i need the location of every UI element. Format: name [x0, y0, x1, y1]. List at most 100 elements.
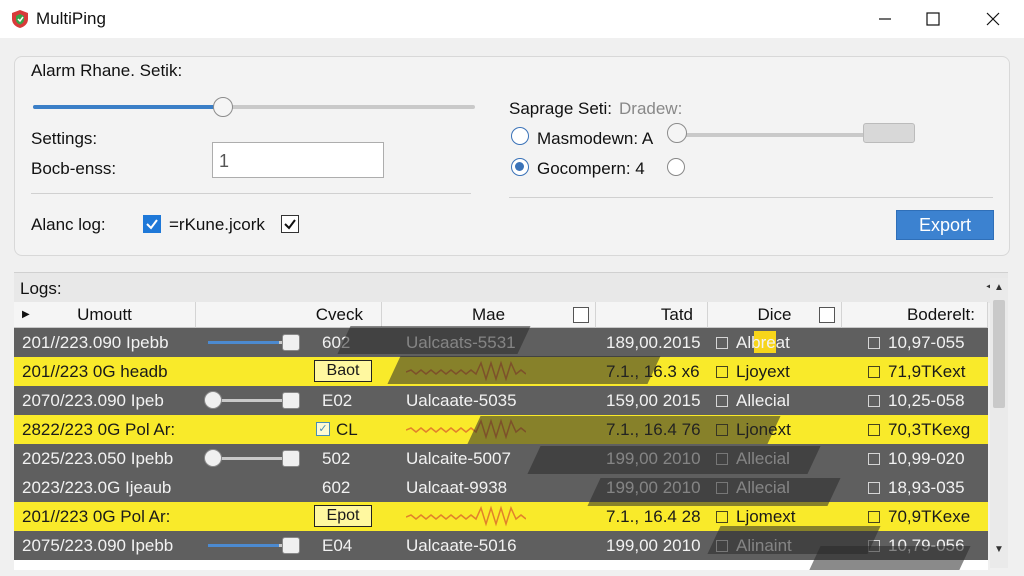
cell-cveck: CL — [336, 420, 358, 439]
vertical-scrollbar[interactable]: ▲ ▼ — [990, 278, 1008, 568]
scroll-thumb[interactable] — [993, 300, 1005, 408]
alarm-slider-fill — [33, 105, 223, 109]
cell-dice: Allecial — [736, 391, 790, 410]
cell-boderelt: 70,9TKexe — [888, 507, 971, 526]
column-header-label: Dice — [757, 304, 792, 324]
column-header-umoutt[interactable]: ▶ Umoutt — [14, 302, 196, 328]
row-checkbox[interactable]: ✓ — [316, 422, 330, 436]
cell-boderelt: 71,9TKext — [888, 362, 966, 381]
row-indicator-icon: ▶ — [22, 309, 30, 320]
right-divider — [509, 197, 993, 198]
row-slider-fill — [208, 544, 279, 547]
cell-mae: Ualcaat-9938 — [406, 478, 508, 497]
row-slider-thumb[interactable] — [204, 449, 222, 467]
cell-umoutt: 2070/223.090 Ipeb — [22, 391, 164, 410]
alarm-slider[interactable] — [33, 105, 475, 109]
column-header-boderelt[interactable]: Boderelt: — [842, 302, 988, 328]
radio-slider[interactable] — [675, 133, 865, 137]
close-icon — [986, 12, 1000, 26]
row-marker-icon — [716, 511, 728, 523]
table-row[interactable]: 2025/223.050 Ipebb502Ualcaite-5007199,00… — [14, 444, 988, 473]
decorative-streak — [527, 446, 821, 474]
alarm-slider-thumb[interactable] — [213, 97, 233, 117]
bocb-input[interactable]: 1 — [212, 142, 384, 178]
title-bar: MultiPing — [0, 0, 1024, 38]
cell-mae: Ualcaate-5016 — [406, 536, 517, 555]
column-header-mae[interactable]: Mae — [382, 302, 596, 328]
decorative-streak — [387, 356, 661, 384]
row-slider-thumb[interactable] — [282, 334, 300, 351]
decorative-streak — [337, 326, 531, 354]
column-header-tatd[interactable]: Tatd — [596, 302, 708, 328]
cell-umoutt: 2025/223.050 Ipebb — [22, 449, 174, 468]
row-marker-icon — [868, 424, 880, 436]
row-action-button[interactable]: Baot — [314, 360, 372, 382]
row-marker-icon — [716, 337, 728, 349]
settings-label: Settings: — [31, 129, 98, 148]
export-button[interactable]: Export — [896, 210, 994, 240]
cell-cveck: 602 — [322, 478, 351, 497]
cell-cveck: 502 — [322, 449, 351, 468]
maximize-icon — [926, 12, 940, 26]
radio-masmodewn[interactable] — [511, 127, 529, 145]
cell-umoutt: 2075/223.090 Ipebb — [22, 536, 174, 555]
row-slider-thumb[interactable] — [282, 392, 300, 409]
row-marker-icon — [868, 511, 880, 523]
radio-gocompern-label: Gocompern: 4 — [537, 159, 645, 178]
row-slider-fill — [208, 341, 279, 344]
radio-gocompern[interactable] — [511, 158, 529, 176]
cell-umoutt: 2822/223 0G Pol Ar: — [22, 420, 176, 439]
table-row[interactable]: 2070/223.090 Ipeb E02 Ualcaate-5035 159,00 … — [14, 386, 988, 415]
minimize-button[interactable] — [862, 0, 908, 38]
app-logo-icon — [12, 10, 28, 28]
window-title: MultiPing — [36, 9, 106, 28]
checkmark-icon — [284, 219, 296, 230]
scroll-up-icon[interactable]: ▲ — [994, 282, 1004, 293]
radio-masmodewn-label: Masmodewn: A — [537, 129, 654, 148]
decorative-streak — [467, 416, 781, 444]
row-slider-thumb[interactable] — [204, 391, 222, 409]
alarm-log-checkbox[interactable] — [143, 215, 161, 233]
radio-extra[interactable] — [667, 158, 685, 176]
row-marker-icon — [716, 366, 728, 378]
left-divider — [31, 193, 471, 194]
cell-umoutt: 201//223.090 Ipebb — [22, 333, 169, 352]
cell-mae: Ualcaite-5007 — [406, 449, 511, 468]
column-header-cveck[interactable]: Cveck — [196, 302, 382, 328]
cell-dice: Ljoyext — [736, 362, 790, 381]
cell-mae: Ualcaate-5035 — [406, 391, 517, 410]
scroll-down-icon[interactable]: ▼ — [994, 544, 1004, 555]
cell-dice: Ljomext — [736, 507, 796, 526]
decorative-streak — [587, 478, 841, 506]
bocb-label: Bocb-enss: — [31, 159, 117, 178]
maximize-button[interactable] — [910, 0, 956, 38]
close-button[interactable] — [970, 0, 1016, 38]
cell-umoutt: 201//223 0G headb — [22, 362, 168, 381]
column-header-dice[interactable]: Dice — [708, 302, 842, 328]
row-marker-icon — [868, 366, 880, 378]
radio-slider-end[interactable] — [863, 123, 915, 143]
row-slider[interactable] — [208, 341, 292, 344]
separage-label: Saprage Seti: — [509, 99, 613, 118]
rkune-checkbox[interactable] — [281, 215, 299, 233]
row-slider-thumb[interactable] — [282, 450, 300, 467]
separage-hint: Dradew: — [619, 99, 683, 118]
column-header-label: Mae — [471, 304, 506, 324]
column-header-label: Cveck — [315, 304, 363, 324]
radio-slider-thumb[interactable] — [667, 123, 687, 143]
cell-tatd: 7.1., 16.4 28 — [606, 507, 701, 526]
decorative-streak — [807, 546, 971, 570]
cell-tatd: 189,00.2015 — [606, 333, 701, 352]
cell-boderelt: 18,93-035 — [888, 478, 965, 497]
table-row[interactable]: 2023/223.0G Ijeaub602Ualcaat-9938199,00 … — [14, 473, 988, 502]
column-header-label: Umoutt — [77, 304, 132, 324]
logs-header: Logs: ◀ — [14, 272, 1008, 303]
row-marker-icon — [868, 395, 880, 407]
row-slider[interactable] — [208, 544, 292, 547]
row-action-button[interactable]: Epot — [314, 505, 372, 527]
row-marker-icon — [868, 482, 880, 494]
column-filter-checkbox[interactable] — [819, 307, 835, 323]
column-filter-checkbox[interactable] — [573, 307, 589, 323]
checkmark-icon — [146, 219, 158, 230]
row-slider-thumb[interactable] — [282, 537, 300, 554]
